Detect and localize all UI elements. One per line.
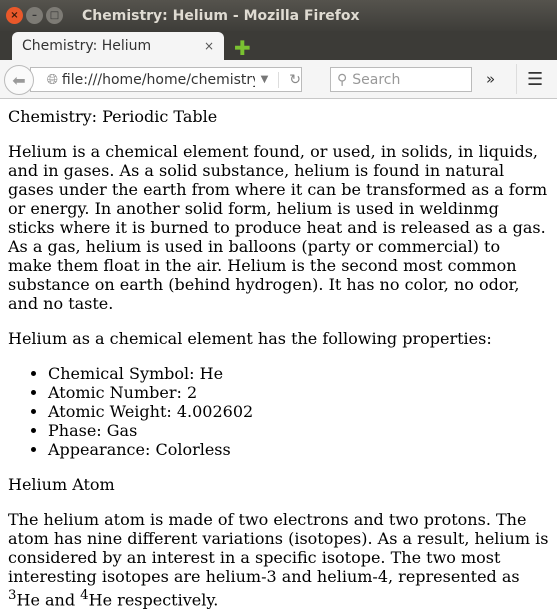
properties-list: Chemical Symbol: He Atomic Number: 2 Ato…	[8, 364, 549, 459]
back-button[interactable]: ⬅	[4, 65, 34, 95]
dropdown-arrow-icon[interactable]: ▼	[261, 74, 269, 85]
tab-bar: Chemistry: Helium × ✚	[0, 31, 557, 60]
window-title: Chemistry: Helium - Mozilla Firefox	[82, 7, 360, 24]
list-item: Chemical Symbol: He	[48, 364, 549, 383]
list-item: Phase: Gas	[48, 421, 549, 440]
properties-intro: Helium as a chemical element has the fol…	[8, 329, 492, 348]
page-content: Chemistry: Periodic Table Helium is a ch…	[0, 107, 557, 609]
list-item: Appearance: Colorless	[48, 440, 549, 459]
maximize-window-button[interactable]: □	[46, 7, 63, 24]
minimize-window-button[interactable]: –	[26, 7, 43, 24]
search-placeholder: Search	[352, 71, 401, 88]
text: The helium atom is made of two electrons…	[8, 510, 549, 586]
new-tab-icon[interactable]: ✚	[234, 36, 251, 60]
tab-chemistry-helium[interactable]: Chemistry: Helium ×	[12, 32, 224, 60]
title-bar: × – □ Chemistry: Helium - Mozilla Firefo…	[0, 0, 557, 31]
text: He and	[16, 590, 81, 610]
back-arrow-icon: ⬅	[12, 70, 26, 90]
hamburger-menu-icon[interactable]: ☰	[527, 69, 543, 90]
superscript: 4	[80, 588, 89, 603]
tab-label: Chemistry: Helium	[22, 38, 152, 54]
overflow-chevron-icon[interactable]: »	[486, 70, 495, 88]
navigation-bar: 🌐︎ file:///home/home/chemistry/h ▼ ↻ ⬅ ⚲…	[0, 60, 557, 99]
divider	[516, 64, 517, 94]
globe-icon: 🌐︎	[46, 71, 58, 88]
search-input[interactable]: ⚲ Search	[330, 67, 472, 92]
close-window-button[interactable]: ×	[6, 7, 23, 24]
url-text[interactable]: file:///home/home/chemistry/h	[62, 72, 255, 88]
url-bar[interactable]: 🌐︎ file:///home/home/chemistry/h ▼ ↻	[30, 67, 302, 92]
text: He respectively.	[88, 590, 219, 610]
search-icon: ⚲	[337, 71, 348, 88]
page-heading: Chemistry: Periodic Table	[8, 107, 218, 126]
list-item: Atomic Weight: 4.002602	[48, 402, 549, 421]
intro-paragraph: Helium is a chemical element found, or u…	[8, 142, 548, 313]
section-heading: Helium Atom	[8, 475, 115, 494]
atom-paragraph: The helium atom is made of two electrons…	[8, 510, 549, 609]
reload-icon[interactable]: ↻	[278, 71, 301, 88]
list-item: Atomic Number: 2	[48, 383, 549, 402]
close-tab-icon[interactable]: ×	[204, 39, 214, 53]
